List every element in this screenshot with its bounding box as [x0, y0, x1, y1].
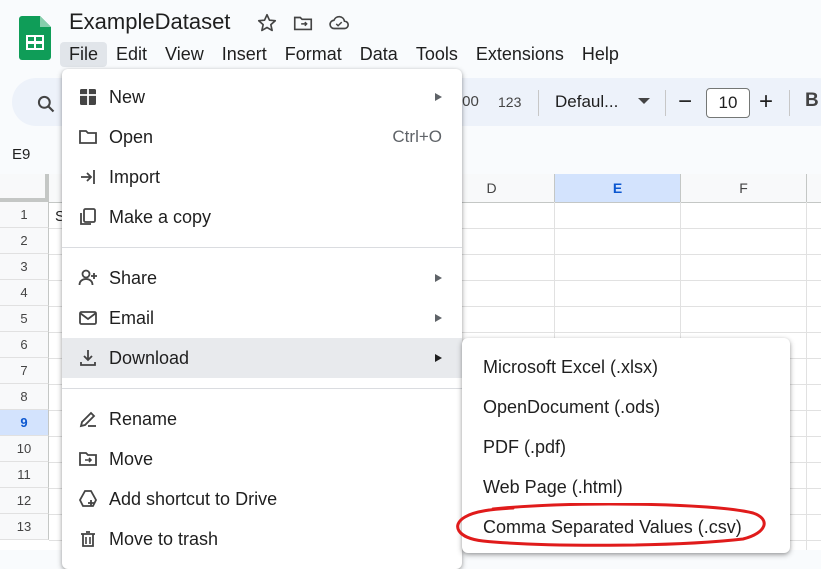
file-menu-open[interactable]: Open Ctrl+O: [62, 117, 462, 157]
column-header-f[interactable]: F: [681, 174, 807, 202]
name-box[interactable]: E9: [12, 146, 30, 163]
file-menu-new[interactable]: New: [62, 77, 462, 117]
import-icon: [81, 170, 95, 184]
menu-help[interactable]: Help: [573, 42, 628, 67]
menu-divider: [62, 388, 462, 389]
file-menu-download[interactable]: Download: [62, 338, 462, 378]
row-header-1[interactable]: 1: [0, 202, 49, 228]
download-ods[interactable]: OpenDocument (.ods): [483, 397, 660, 418]
row-header-12[interactable]: 12: [0, 488, 49, 514]
menu-data[interactable]: Data: [351, 42, 407, 67]
decrease-font-size-button[interactable]: −: [678, 88, 692, 116]
add-shortcut-icon: [78, 490, 98, 507]
file-menu-import[interactable]: Import: [62, 157, 462, 197]
menu-view[interactable]: View: [156, 42, 213, 67]
file-menu-new-label: New: [109, 86, 146, 107]
file-menu-email[interactable]: Email: [62, 298, 462, 338]
email-icon: [79, 311, 97, 325]
row-header-2[interactable]: 2: [0, 228, 49, 254]
menu-format[interactable]: Format: [276, 42, 351, 67]
row-header-6[interactable]: 6: [0, 332, 49, 358]
toolbar-divider: [538, 90, 539, 116]
bold-button[interactable]: B: [805, 90, 819, 112]
row-header-11[interactable]: 11: [0, 462, 49, 488]
file-menu-import-label: Import: [109, 166, 161, 187]
file-menu-download-label: Download: [109, 347, 190, 368]
open-shortcut: Ctrl+O: [392, 127, 442, 146]
submenu-arrow-icon: [435, 354, 442, 362]
download-pdf[interactable]: PDF (.pdf): [483, 437, 566, 458]
font-size-input[interactable]: 10: [706, 88, 750, 118]
share-person-icon: [78, 269, 97, 286]
toolbar-divider: [665, 90, 666, 116]
sheets-logo-icon[interactable]: [19, 16, 51, 60]
toolbar-divider: [789, 90, 790, 116]
file-menu-email-label: Email: [109, 307, 155, 328]
file-menu-move-label: Move: [109, 448, 154, 469]
folder-open-icon: [79, 130, 97, 144]
copy-icon: [80, 208, 96, 225]
star-icon[interactable]: [256, 12, 278, 34]
row-header-13[interactable]: 13: [0, 514, 49, 540]
download-html[interactable]: Web Page (.html): [483, 477, 623, 498]
file-menu-make-copy[interactable]: Make a copy: [62, 197, 462, 237]
font-select[interactable]: Defaul...: [555, 92, 618, 112]
cloud-status-icon[interactable]: [328, 12, 350, 34]
submenu-arrow-icon: [435, 314, 442, 322]
row-header-8[interactable]: 8: [0, 384, 49, 410]
column-header-e[interactable]: E: [555, 174, 681, 202]
download-csv[interactable]: Comma Separated Values (.csv): [483, 517, 742, 538]
submenu-arrow-icon: [435, 93, 442, 101]
file-menu-move-to-trash[interactable]: Move to trash: [62, 519, 462, 559]
grid-line: [806, 202, 807, 550]
row-header-5[interactable]: 5: [0, 306, 49, 332]
file-menu-rename[interactable]: Rename: [62, 399, 462, 439]
file-menu-move[interactable]: Move: [62, 439, 462, 479]
menu-extensions[interactable]: Extensions: [467, 42, 573, 67]
chevron-down-icon[interactable]: [638, 98, 650, 104]
row-header-7[interactable]: 7: [0, 358, 49, 384]
file-menu-move-to-trash-label: Move to trash: [109, 528, 219, 549]
file-menu-make-copy-label: Make a copy: [109, 206, 212, 227]
file-menu-share-label: Share: [109, 267, 158, 288]
new-sheet-icon: [80, 89, 96, 105]
file-menu-add-shortcut-label: Add shortcut to Drive: [109, 488, 278, 509]
increase-font-size-button[interactable]: +: [759, 88, 773, 116]
row-header-10[interactable]: 10: [0, 436, 49, 462]
menu-insert[interactable]: Insert: [213, 42, 276, 67]
more-formats-button[interactable]: 123: [498, 94, 521, 110]
download-icon: [80, 350, 96, 366]
file-menu-rename-label: Rename: [109, 408, 178, 429]
submenu-arrow-icon: [435, 274, 442, 282]
file-menu-add-shortcut[interactable]: Add shortcut to Drive: [62, 479, 462, 519]
move-icon: [79, 452, 97, 466]
row-header-4[interactable]: 4: [0, 280, 49, 306]
menu-edit[interactable]: Edit: [107, 42, 156, 67]
file-menu-share[interactable]: Share: [62, 258, 462, 298]
row-header-3[interactable]: 3: [0, 254, 49, 280]
search-menus-icon[interactable]: [36, 94, 56, 114]
title-icons: [256, 12, 350, 34]
document-title[interactable]: ExampleDataset: [69, 9, 230, 35]
menu-tools[interactable]: Tools: [407, 42, 467, 67]
file-menu-open-label: Open: [109, 126, 154, 147]
select-all-corner[interactable]: [0, 174, 49, 202]
menubar: File Edit View Insert Format Data Tools …: [60, 40, 628, 68]
menu-file[interactable]: File: [60, 41, 108, 67]
trash-icon: [81, 531, 95, 547]
move-to-folder-icon[interactable]: [292, 12, 314, 34]
row-header-9[interactable]: 9: [0, 410, 49, 436]
menu-divider: [62, 247, 462, 248]
rename-icon: [79, 411, 96, 428]
download-xlsx[interactable]: Microsoft Excel (.xlsx): [483, 357, 658, 378]
